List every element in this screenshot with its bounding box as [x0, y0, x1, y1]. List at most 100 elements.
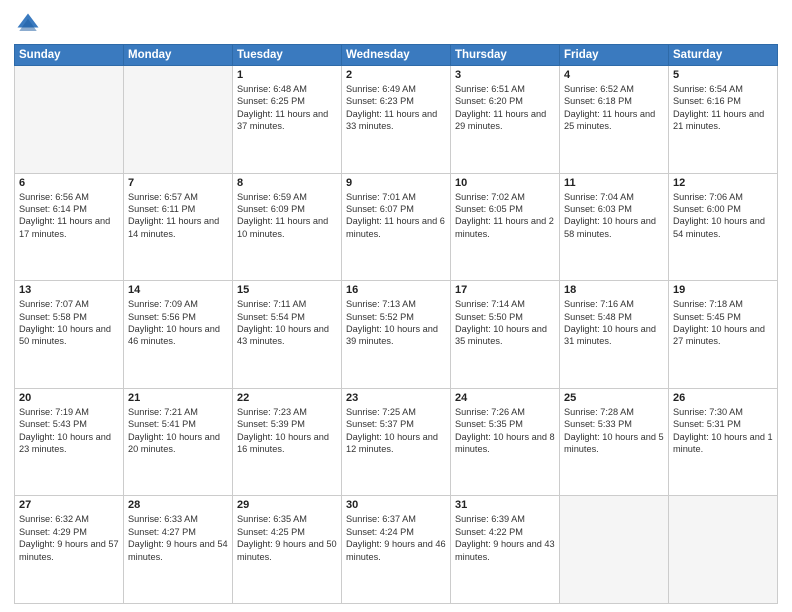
calendar-cell: 14 Sunrise: 7:09 AM Sunset: 5:56 PM Dayli… — [124, 281, 233, 389]
day-number: 25 — [564, 392, 664, 404]
day-number: 13 — [19, 284, 119, 296]
day-number: 18 — [564, 284, 664, 296]
calendar-cell: 4Sunrise: 6:52 AM Sunset: 6:18 PM Daylig… — [560, 66, 669, 174]
day-number: 9 — [346, 177, 446, 189]
calendar-cell — [15, 66, 124, 174]
day-number: 21 — [128, 392, 228, 404]
day-content: Sunrise: 7:06 AM Sunset: 6:00 PM Dayligh… — [673, 191, 773, 241]
calendar-cell: 31 Sunrise: 6:39 AM Sunset: 4:22 PM Dayli… — [451, 496, 560, 604]
calendar-cell: 26 Sunrise: 7:30 AM Sunset: 5:31 PM Dayli… — [669, 388, 778, 496]
calendar-header-sunday: Sunday — [15, 45, 124, 66]
calendar-cell: 20 Sunrise: 7:19 AM Sunset: 5:43 PM Dayli… — [15, 388, 124, 496]
calendar-cell: 8 Sunrise: 6:59 AM Sunset: 6:09 PM Daylig… — [233, 173, 342, 281]
day-number: 28 — [128, 499, 228, 511]
day-number: 5 — [673, 69, 773, 81]
day-content: Sunrise: 7:30 AM Sunset: 5:31 PM Dayligh… — [673, 406, 773, 456]
calendar-cell: 24Sunrise: 7:26 AM Sunset: 5:35 PM Dayli… — [451, 388, 560, 496]
logo-icon — [14, 10, 42, 38]
day-number: 27 — [19, 499, 119, 511]
day-content: Sunrise: 6:35 AM Sunset: 4:25 PM Dayligh… — [237, 513, 337, 563]
day-number: 24 — [455, 392, 555, 404]
calendar-cell: 25 Sunrise: 7:28 AM Sunset: 5:33 PM Dayli… — [560, 388, 669, 496]
calendar-cell: 13 Sunrise: 7:07 AM Sunset: 5:58 PM Dayli… — [15, 281, 124, 389]
day-content: Sunrise: 6:57 AM Sunset: 6:11 PM Dayligh… — [128, 191, 228, 241]
calendar-header-row: SundayMondayTuesdayWednesdayThursdayFrid… — [15, 45, 778, 66]
calendar-cell — [560, 496, 669, 604]
day-content: Sunrise: 7:01 AM Sunset: 6:07 PM Dayligh… — [346, 191, 446, 241]
day-content: Sunrise: 7:09 AM Sunset: 5:56 PM Dayligh… — [128, 298, 228, 348]
calendar-cell: 6Sunrise: 6:56 AM Sunset: 6:14 PM Daylig… — [15, 173, 124, 281]
calendar-cell: 12 Sunrise: 7:06 AM Sunset: 6:00 PM Dayli… — [669, 173, 778, 281]
day-number: 29 — [237, 499, 337, 511]
calendar-header-friday: Friday — [560, 45, 669, 66]
logo — [14, 10, 46, 38]
header — [14, 10, 778, 38]
day-number: 3 — [455, 69, 555, 81]
calendar-cell: 3 Sunrise: 6:51 AM Sunset: 6:20 PM Daylig… — [451, 66, 560, 174]
day-number: 10 — [455, 177, 555, 189]
calendar-header-saturday: Saturday — [669, 45, 778, 66]
calendar-cell: 16 Sunrise: 7:13 AM Sunset: 5:52 PM Dayli… — [342, 281, 451, 389]
calendar-cell: 5 Sunrise: 6:54 AM Sunset: 6:16 PM Daylig… — [669, 66, 778, 174]
day-number: 8 — [237, 177, 337, 189]
calendar-cell: 18 Sunrise: 7:16 AM Sunset: 5:48 PM Dayli… — [560, 281, 669, 389]
day-content: Sunrise: 6:33 AM Sunset: 4:27 PM Dayligh… — [128, 513, 228, 563]
day-content: Sunrise: 7:25 AM Sunset: 5:37 PM Dayligh… — [346, 406, 446, 456]
day-content: Sunrise: 7:28 AM Sunset: 5:33 PM Dayligh… — [564, 406, 664, 456]
day-number: 11 — [564, 177, 664, 189]
day-content: Sunrise: 6:32 AM Sunset: 4:29 PM Dayligh… — [19, 513, 119, 563]
day-content: Sunrise: 7:19 AM Sunset: 5:43 PM Dayligh… — [19, 406, 119, 456]
day-content: Sunrise: 7:11 AM Sunset: 5:54 PM Dayligh… — [237, 298, 337, 348]
calendar-cell: 30 Sunrise: 6:37 AM Sunset: 4:24 PM Dayli… — [342, 496, 451, 604]
day-number: 15 — [237, 284, 337, 296]
day-content: Sunrise: 6:49 AM Sunset: 6:23 PM Dayligh… — [346, 83, 446, 133]
calendar-cell: 10Sunrise: 7:02 AM Sunset: 6:05 PM Dayli… — [451, 173, 560, 281]
day-content: Sunrise: 7:23 AM Sunset: 5:39 PM Dayligh… — [237, 406, 337, 456]
page: SundayMondayTuesdayWednesdayThursdayFrid… — [0, 0, 792, 612]
day-number: 31 — [455, 499, 555, 511]
day-number: 26 — [673, 392, 773, 404]
day-number: 2 — [346, 69, 446, 81]
calendar-cell: 1 Sunrise: 6:48 AM Sunset: 6:25 PM Daylig… — [233, 66, 342, 174]
calendar-cell: 23 Sunrise: 7:25 AM Sunset: 5:37 PM Dayli… — [342, 388, 451, 496]
day-number: 14 — [128, 284, 228, 296]
day-number: 30 — [346, 499, 446, 511]
calendar-cell: 22 Sunrise: 7:23 AM Sunset: 5:39 PM Dayli… — [233, 388, 342, 496]
calendar-cell: 7 Sunrise: 6:57 AM Sunset: 6:11 PM Daylig… — [124, 173, 233, 281]
day-content: Sunrise: 6:37 AM Sunset: 4:24 PM Dayligh… — [346, 513, 446, 563]
day-number: 20 — [19, 392, 119, 404]
calendar-table: SundayMondayTuesdayWednesdayThursdayFrid… — [14, 44, 778, 604]
day-number: 7 — [128, 177, 228, 189]
day-number: 19 — [673, 284, 773, 296]
calendar-header-monday: Monday — [124, 45, 233, 66]
day-content: Sunrise: 7:16 AM Sunset: 5:48 PM Dayligh… — [564, 298, 664, 348]
day-content: Sunrise: 6:48 AM Sunset: 6:25 PM Dayligh… — [237, 83, 337, 133]
day-number: 16 — [346, 284, 446, 296]
day-content: Sunrise: 7:07 AM Sunset: 5:58 PM Dayligh… — [19, 298, 119, 348]
calendar-cell: 19 Sunrise: 7:18 AM Sunset: 5:45 PM Dayli… — [669, 281, 778, 389]
calendar-cell: 9 Sunrise: 7:01 AM Sunset: 6:07 PM Daylig… — [342, 173, 451, 281]
day-content: Sunrise: 6:59 AM Sunset: 6:09 PM Dayligh… — [237, 191, 337, 241]
calendar-cell: 29 Sunrise: 6:35 AM Sunset: 4:25 PM Dayli… — [233, 496, 342, 604]
day-content: Sunrise: 7:18 AM Sunset: 5:45 PM Dayligh… — [673, 298, 773, 348]
day-number: 12 — [673, 177, 773, 189]
day-content: Sunrise: 6:39 AM Sunset: 4:22 PM Dayligh… — [455, 513, 555, 563]
calendar-week-5: 27 Sunrise: 6:32 AM Sunset: 4:29 PM Dayli… — [15, 496, 778, 604]
day-number: 22 — [237, 392, 337, 404]
calendar-header-tuesday: Tuesday — [233, 45, 342, 66]
calendar-header-wednesday: Wednesday — [342, 45, 451, 66]
day-content: Sunrise: 6:51 AM Sunset: 6:20 PM Dayligh… — [455, 83, 555, 133]
calendar-cell: 28 Sunrise: 6:33 AM Sunset: 4:27 PM Dayli… — [124, 496, 233, 604]
day-content: Sunrise: 6:52 AM Sunset: 6:18 PM Dayligh… — [564, 83, 664, 133]
calendar-cell: 2 Sunrise: 6:49 AM Sunset: 6:23 PM Daylig… — [342, 66, 451, 174]
calendar-week-3: 13 Sunrise: 7:07 AM Sunset: 5:58 PM Dayli… — [15, 281, 778, 389]
calendar-week-1: 1 Sunrise: 6:48 AM Sunset: 6:25 PM Daylig… — [15, 66, 778, 174]
day-number: 17 — [455, 284, 555, 296]
day-content: Sunrise: 7:13 AM Sunset: 5:52 PM Dayligh… — [346, 298, 446, 348]
day-number: 23 — [346, 392, 446, 404]
day-content: Sunrise: 7:14 AM Sunset: 5:50 PM Dayligh… — [455, 298, 555, 348]
day-content: Sunrise: 7:21 AM Sunset: 5:41 PM Dayligh… — [128, 406, 228, 456]
calendar-cell: 21 Sunrise: 7:21 AM Sunset: 5:41 PM Dayli… — [124, 388, 233, 496]
day-number: 1 — [237, 69, 337, 81]
day-content: Sunrise: 6:54 AM Sunset: 6:16 PM Dayligh… — [673, 83, 773, 133]
